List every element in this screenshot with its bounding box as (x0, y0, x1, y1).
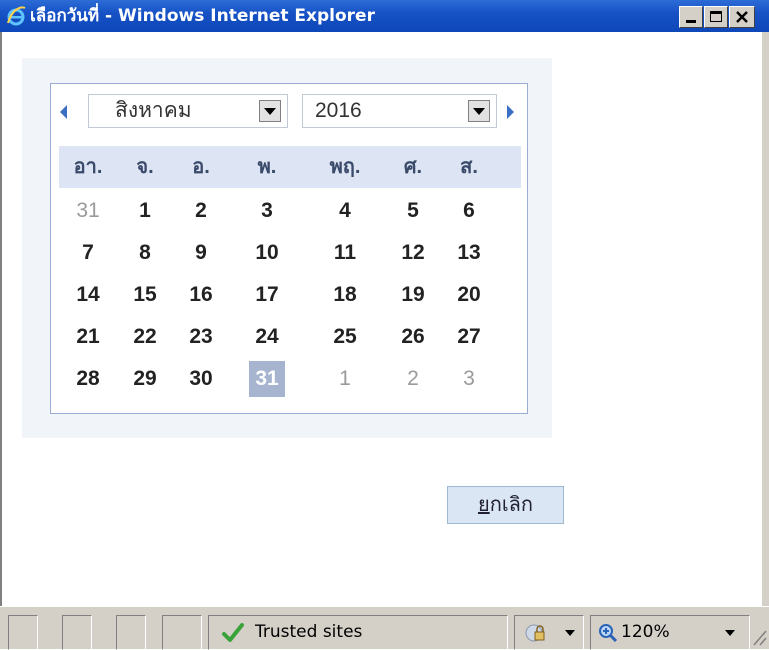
calendar-day[interactable]: 27 (441, 316, 497, 358)
calendar-day[interactable]: 25 (305, 316, 385, 358)
cancel-button-label: ยกเลิก (477, 494, 534, 516)
calendar-day[interactable]: 18 (305, 274, 385, 316)
zoom-level: 120% (621, 622, 670, 642)
internet-explorer-icon (7, 6, 26, 26)
security-zone-pane[interactable]: Trusted sites (208, 615, 508, 650)
zoom-pane[interactable]: 120% (590, 615, 750, 650)
calendar-day[interactable]: 26 (385, 316, 441, 358)
status-bar: Trusted sites 120% (0, 606, 769, 650)
weekday-label: อ. (192, 156, 210, 178)
close-button[interactable] (729, 6, 755, 28)
calendar-day[interactable]: 13 (441, 232, 497, 274)
close-icon (736, 11, 748, 23)
chevron-down-icon (725, 630, 735, 636)
calendar-day[interactable]: 11 (305, 232, 385, 274)
calendar-day[interactable]: 29 (117, 358, 173, 400)
status-pane (162, 615, 202, 650)
status-pane (116, 615, 146, 650)
calendar-day[interactable]: 24 (229, 316, 305, 358)
chevron-down-icon (473, 108, 485, 115)
check-icon (222, 623, 244, 642)
calendar-day[interactable]: 3 (441, 358, 497, 400)
calendar-day[interactable]: 21 (59, 316, 117, 358)
maximize-icon (710, 11, 722, 22)
chevron-down-icon (264, 108, 276, 115)
window-frame-edge (762, 32, 769, 649)
calendar-day[interactable]: 6 (441, 190, 497, 232)
calendar-day[interactable]: 5 (385, 190, 441, 232)
calendar-day[interactable]: 17 (229, 274, 305, 316)
calendar-day[interactable]: 4 (305, 190, 385, 232)
calendar-day[interactable]: 28 (59, 358, 117, 400)
year-dropdown-button[interactable] (468, 100, 490, 122)
calendar-day[interactable]: 23 (173, 316, 229, 358)
date-picker-calendar: สิงหาคม 2016 อา. จ. อ. พ. พฤ. ศ. ส. 31 1 2 3 4 5 6 7 8 9… (50, 83, 528, 414)
calendar-day[interactable]: 31 (59, 190, 117, 232)
calendar-header: สิงหาคม 2016 (51, 84, 527, 144)
weekday-label: พ. (257, 156, 277, 178)
calendar-day[interactable]: 7 (59, 232, 117, 274)
weekday-label: พฤ. (329, 156, 361, 178)
calendar-day[interactable]: 9 (173, 232, 229, 274)
calendar-day[interactable]: 2 (173, 190, 229, 232)
year-select[interactable]: 2016 (302, 94, 497, 128)
minimize-button[interactable] (679, 6, 703, 28)
maximize-button[interactable] (704, 6, 728, 28)
year-select-value: 2016 (315, 99, 362, 122)
calendar-day[interactable]: 2 (385, 358, 441, 400)
status-pane (62, 615, 92, 650)
calendar-day[interactable]: 3 (229, 190, 305, 232)
calendar-day[interactable]: 30 (173, 358, 229, 400)
calendar-day[interactable]: 1 (305, 358, 385, 400)
month-dropdown-button[interactable] (259, 100, 281, 122)
security-zone-text: Trusted sites (255, 622, 363, 642)
calendar-day[interactable]: 1 (117, 190, 173, 232)
calendar-day[interactable]: 15 (117, 274, 173, 316)
minimize-icon (686, 20, 696, 23)
status-pane (8, 615, 38, 650)
next-month-icon[interactable] (506, 102, 516, 122)
lock-icon (525, 624, 545, 642)
calendar-day[interactable]: 14 (59, 274, 117, 316)
calendar-day[interactable]: 20 (441, 274, 497, 316)
calendar-day[interactable]: 8 (117, 232, 173, 274)
calendar-day[interactable]: 19 (385, 274, 441, 316)
calendar-day[interactable]: 12 (385, 232, 441, 274)
zoom-icon (599, 624, 618, 643)
month-select-value: สิงหาคม (115, 99, 192, 122)
protected-mode-pane[interactable] (514, 615, 584, 650)
weekday-label: ศ. (403, 156, 423, 178)
month-select[interactable]: สิงหาคม (88, 94, 288, 128)
cancel-button[interactable]: ยกเลิก (447, 486, 564, 524)
title-bar[interactable]: เลือกวันที่ - Windows Internet Explorer (0, 0, 769, 32)
chevron-down-icon (565, 630, 575, 636)
calendar-day[interactable]: 22 (117, 316, 173, 358)
resize-grip-icon[interactable] (750, 619, 768, 647)
calendar-day[interactable]: 10 (229, 232, 305, 274)
weekday-label: ส. (460, 156, 478, 178)
window-title: เลือกวันที่ - Windows Internet Explorer (30, 6, 375, 26)
calendar-day[interactable]: 16 (173, 274, 229, 316)
weekday-label: อา. (73, 156, 103, 178)
weekday-label: จ. (136, 156, 154, 178)
previous-month-icon[interactable] (58, 102, 68, 122)
calendar-day-selected[interactable]: 31 (229, 358, 305, 400)
